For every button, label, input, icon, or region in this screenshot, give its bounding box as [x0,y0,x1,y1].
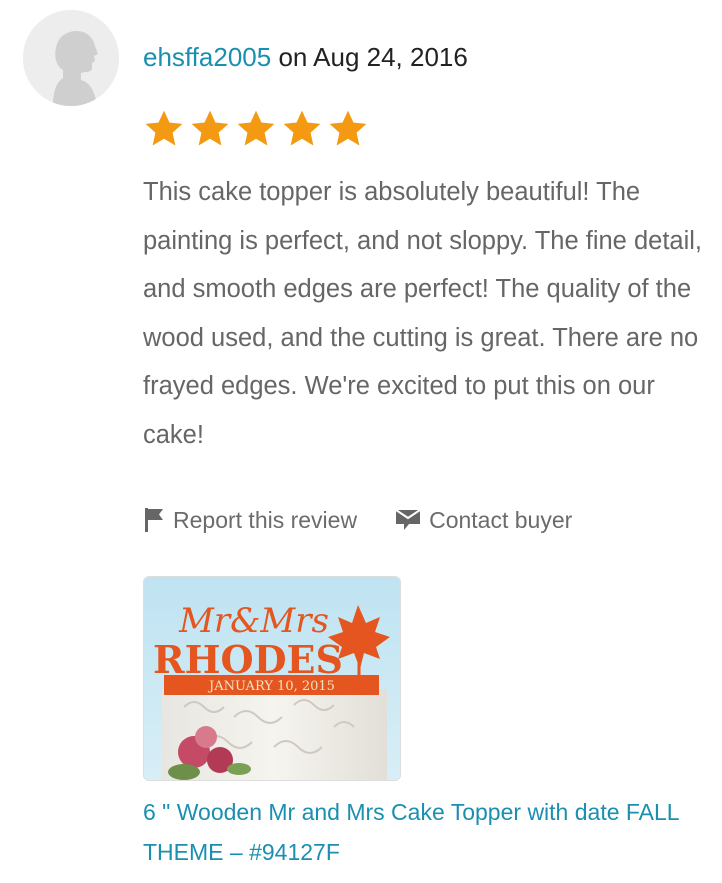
default-user-icon [23,10,119,106]
star-icon [327,108,369,154]
cake-topper-photo: JANUARY 10, 2015 Mr&Mrs RHODES [144,577,400,780]
report-review-label: Report this review [173,506,358,533]
message-icon [395,509,421,530]
review-text: This cake topper is absolutely beautiful… [143,178,702,449]
review-actions: Report this review Contact buyer [143,500,572,540]
star-rating [143,108,369,154]
reviewer-avatar[interactable] [23,10,119,106]
flag-icon [145,508,163,532]
review-date: on Aug 24, 2016 [278,42,468,72]
reviewer-name-link[interactable]: ehsffa2005 [143,42,271,72]
star-icon [143,108,185,154]
topper-script-text: Mr&Mrs [178,601,329,641]
product-title-link[interactable]: 6 " Wooden Mr and Mrs Cake Topper with d… [143,792,703,872]
star-icon [189,108,231,154]
star-icon [235,108,277,154]
topper-name-text: RHODES [153,637,343,682]
product-thumbnail[interactable]: JANUARY 10, 2015 Mr&Mrs RHODES [143,576,401,781]
report-review-button[interactable]: Report this review [143,507,357,534]
contact-buyer-button[interactable]: Contact buyer [395,507,572,534]
review-header: ehsffa2005 on Aug 24, 2016 [143,37,468,77]
contact-buyer-label: Contact buyer [429,506,573,533]
star-icon [281,108,323,154]
